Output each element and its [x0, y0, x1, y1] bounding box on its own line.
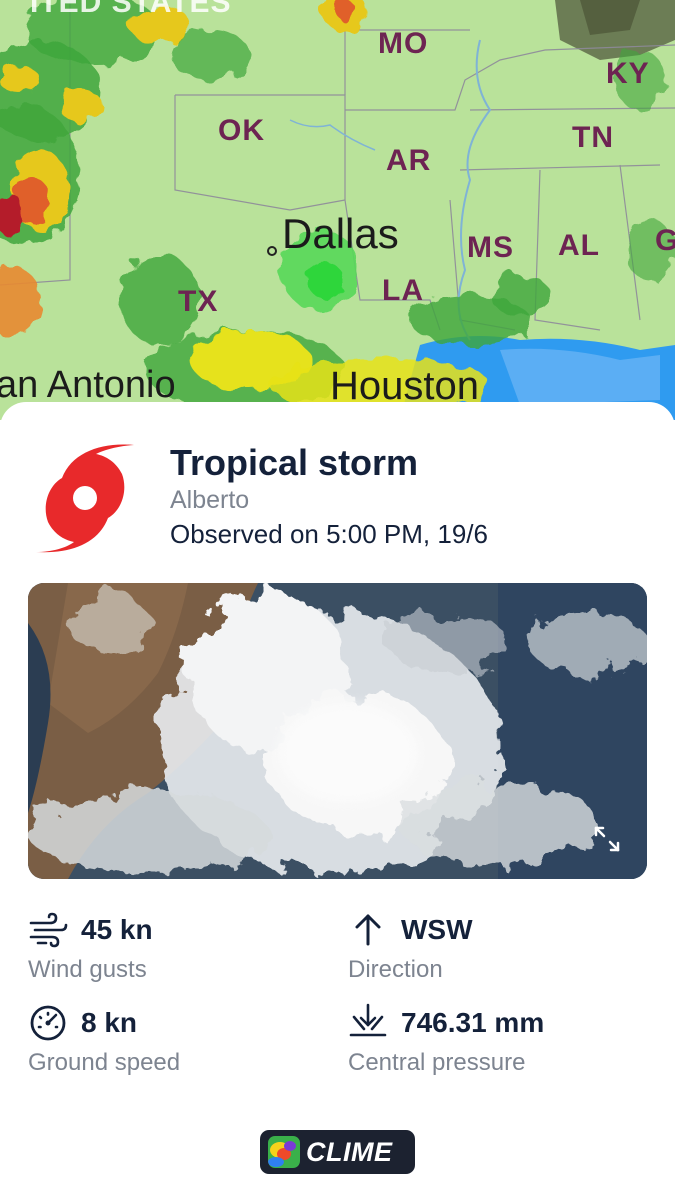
storm-name: Alberto [170, 486, 250, 514]
direction-value: WSW [401, 914, 473, 945]
speedometer-icon [28, 1003, 68, 1043]
state-label-ga: G [655, 224, 675, 257]
observation-time: Observed on 5:00 PM, 19/6 [170, 519, 488, 549]
central-pressure-label: Central pressure [348, 1049, 526, 1076]
storm-details-card[interactable]: Tropical storm Alberto Observed on 5:00 … [0, 402, 675, 1200]
ground-speed-label: Ground speed [28, 1049, 181, 1076]
storm-type-title: Tropical storm [170, 442, 419, 483]
wind-gusts-value: 45 kn [81, 914, 153, 945]
arrow-up-icon [348, 910, 388, 950]
state-label-tn: TN [572, 121, 614, 154]
direction-label: Direction [348, 956, 443, 983]
central-pressure-value: 746.31 mm [401, 1007, 545, 1038]
state-label-ar: AR [386, 144, 432, 177]
satellite-image[interactable] [28, 583, 647, 879]
clime-logo-text: CLIME [306, 1137, 393, 1167]
state-label-la: LA [382, 274, 424, 307]
city-label-san-antonio: an Antonio [0, 364, 176, 406]
state-label-mo: MO [378, 27, 429, 60]
radar-map[interactable]: ITED STATES MO KY OK TN AR MS AL TX LA G… [0, 0, 675, 420]
state-label-ky: KY [606, 57, 650, 90]
pressure-icon [348, 1003, 388, 1043]
state-label-ok: OK [218, 114, 265, 147]
satellite-image-graphic [28, 583, 647, 879]
wind-icon [28, 910, 68, 950]
wind-gusts-label: Wind gusts [28, 956, 147, 983]
state-label-tx: TX [178, 285, 219, 318]
state-label-al: AL [558, 229, 600, 262]
state-label-ms: MS [467, 231, 514, 264]
city-label-dallas: Dallas [282, 210, 399, 257]
hurricane-icon [34, 442, 136, 554]
clime-logo: CLIME [260, 1130, 415, 1174]
expand-icon[interactable] [593, 825, 621, 853]
ground-speed-value: 8 kn [81, 1007, 138, 1038]
country-label: ITED STATES [30, 0, 232, 19]
clime-logo-mark [268, 1136, 300, 1168]
